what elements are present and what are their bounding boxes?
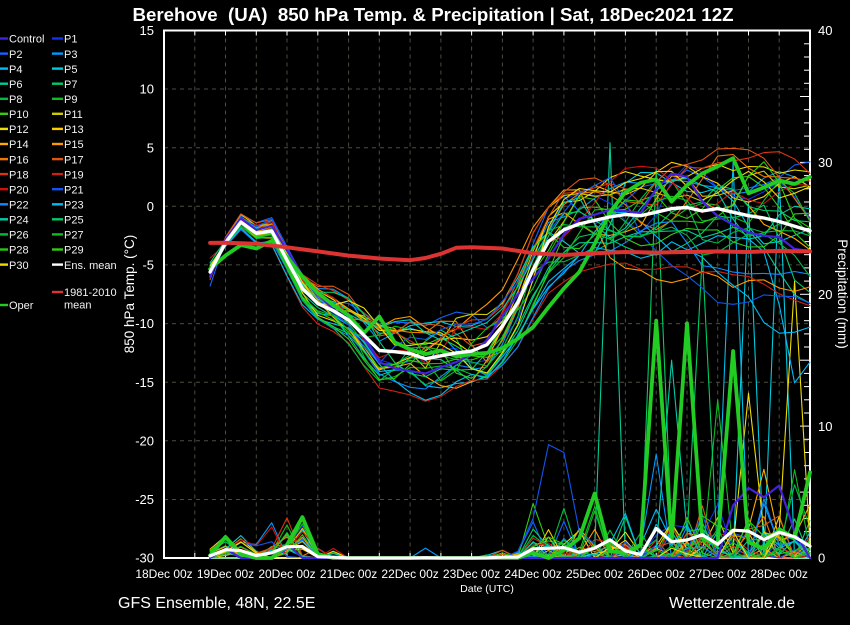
- svg-text:24Dec 00z: 24Dec 00z: [504, 567, 561, 581]
- svg-text:10: 10: [818, 419, 832, 434]
- svg-text:P12: P12: [9, 124, 29, 136]
- svg-text:P8: P8: [9, 94, 22, 106]
- svg-text:Ens. mean: Ens. mean: [64, 260, 117, 272]
- svg-text:P14: P14: [9, 139, 29, 151]
- svg-text:19Dec 00z: 19Dec 00z: [197, 567, 254, 581]
- svg-text:P19: P19: [64, 169, 84, 181]
- svg-text:-10: -10: [135, 316, 154, 331]
- svg-text:P3: P3: [64, 49, 77, 61]
- svg-text:0: 0: [147, 199, 154, 214]
- svg-text:P23: P23: [64, 200, 84, 212]
- svg-text:P4: P4: [9, 64, 22, 76]
- svg-text:30: 30: [818, 155, 832, 170]
- svg-text:20Dec 00z: 20Dec 00z: [258, 567, 315, 581]
- svg-text:P21: P21: [64, 184, 84, 196]
- svg-text:P10: P10: [9, 109, 29, 121]
- svg-text:1981-2010: 1981-2010: [64, 287, 117, 299]
- svg-text:P22: P22: [9, 200, 29, 212]
- svg-text:P27: P27: [64, 230, 84, 242]
- svg-text:P24: P24: [9, 215, 29, 227]
- svg-text:P9: P9: [64, 94, 77, 106]
- svg-text:-15: -15: [135, 375, 154, 390]
- svg-text:P26: P26: [9, 230, 29, 242]
- svg-text:P15: P15: [64, 139, 84, 151]
- svg-text:10: 10: [140, 82, 154, 97]
- svg-text:Date (UTC): Date (UTC): [460, 583, 514, 595]
- svg-text:27Dec 00z: 27Dec 00z: [689, 567, 746, 581]
- svg-text:Control: Control: [9, 34, 44, 46]
- svg-text:850 hPa Temp. (°C): 850 hPa Temp. (°C): [122, 235, 137, 353]
- svg-text:23Dec 00z: 23Dec 00z: [443, 567, 500, 581]
- svg-text:18Dec 00z: 18Dec 00z: [135, 567, 192, 581]
- svg-text:20: 20: [818, 287, 832, 302]
- svg-text:28Dec 00z: 28Dec 00z: [751, 567, 808, 581]
- svg-text:15: 15: [140, 23, 154, 38]
- svg-text:Oper: Oper: [9, 300, 34, 312]
- svg-text:P6: P6: [9, 79, 22, 91]
- svg-text:P11: P11: [64, 109, 83, 121]
- svg-text:P25: P25: [64, 215, 84, 227]
- svg-text:P13: P13: [64, 124, 84, 136]
- svg-text:P30: P30: [9, 260, 29, 272]
- svg-text:P5: P5: [64, 64, 77, 76]
- svg-text:P1: P1: [64, 34, 77, 46]
- svg-text:Berehove (UA) 850 hPa Temp.: Berehove (UA) 850 hPa Temp. & Precipitat…: [132, 4, 733, 25]
- svg-text:5: 5: [147, 140, 154, 155]
- svg-text:P7: P7: [64, 79, 77, 91]
- svg-text:-30: -30: [135, 551, 154, 566]
- svg-text:40: 40: [818, 23, 832, 38]
- svg-text:mean: mean: [64, 300, 92, 312]
- svg-text:GFS Ensemble, 48N, 22.5E: GFS Ensemble, 48N, 22.5E: [118, 595, 315, 612]
- svg-text:P18: P18: [9, 169, 29, 181]
- svg-text:P16: P16: [9, 154, 29, 166]
- svg-text:-5: -5: [142, 258, 154, 273]
- svg-text:-25: -25: [135, 492, 154, 507]
- svg-text:P17: P17: [64, 154, 84, 166]
- svg-text:25Dec 00z: 25Dec 00z: [566, 567, 623, 581]
- svg-text:0: 0: [818, 551, 825, 566]
- svg-text:-20: -20: [135, 433, 154, 448]
- svg-text:P2: P2: [9, 49, 22, 61]
- svg-text:21Dec 00z: 21Dec 00z: [320, 567, 377, 581]
- svg-text:22Dec 00z: 22Dec 00z: [381, 567, 438, 581]
- svg-text:P20: P20: [9, 184, 29, 196]
- svg-text:Precipitation (mm): Precipitation (mm): [835, 239, 850, 349]
- svg-text:P28: P28: [9, 245, 29, 257]
- svg-text:Wetterzentrale.de: Wetterzentrale.de: [669, 595, 795, 612]
- svg-text:26Dec 00z: 26Dec 00z: [628, 567, 685, 581]
- svg-text:P29: P29: [64, 245, 84, 257]
